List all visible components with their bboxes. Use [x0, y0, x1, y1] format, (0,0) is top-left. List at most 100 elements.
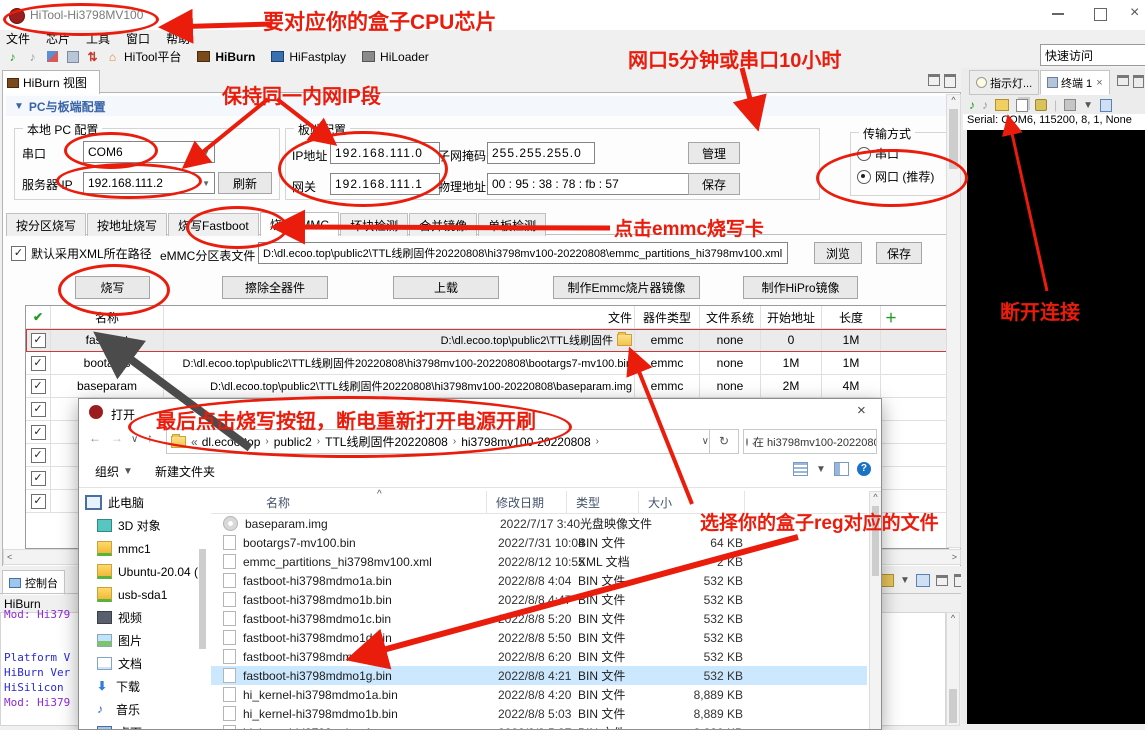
toolbar-hiloader[interactable]: HiLoader	[360, 49, 429, 65]
breadcrumb-segment[interactable]: public2	[274, 435, 312, 449]
forward-icon[interactable]: →	[111, 431, 123, 445]
new-folder-button[interactable]: 新建文件夹	[155, 463, 215, 480]
copy-icon[interactable]	[1016, 99, 1028, 112]
chevron-down-icon[interactable]: ▼	[1083, 100, 1093, 111]
subnet-mask-input[interactable]: 255.255.255.0	[487, 142, 595, 164]
view-restore-icon[interactable]	[944, 74, 956, 88]
tab-burn-fastboot[interactable]: 烧写Fastboot	[168, 213, 259, 236]
sidebar-item-ubuntu[interactable]: Ubuntu-20.04 (	[85, 560, 197, 583]
search-input[interactable]: 在 hi3798mv100-2022080...	[743, 429, 877, 454]
terminal-screen[interactable]	[967, 130, 1145, 724]
maximize-button[interactable]	[1094, 8, 1107, 21]
sidebar-item-desktop[interactable]: 桌面	[85, 721, 197, 730]
breadcrumb-segment[interactable]: hi3798mv100-20220808	[461, 435, 590, 449]
refresh-icon[interactable]: ↻	[709, 429, 739, 454]
sidebar-item-usb-sda1[interactable]: usb-sda1	[85, 583, 197, 606]
file-row[interactable]: fastboot-hi3798mdmo1d.bin2022/8/8 5:50BI…	[211, 628, 867, 647]
scroll-right-icon[interactable]: >	[952, 552, 957, 562]
file-row[interactable]: hi_kernel-hi3798mdmo1a.bin2022/8/8 4:20B…	[211, 685, 867, 704]
dialog-close-icon[interactable]: ×	[857, 402, 866, 419]
serial-connect-icon[interactable]: ♪	[969, 98, 975, 112]
col-start[interactable]: 开始地址	[761, 306, 822, 328]
lock-scroll-icon[interactable]	[1035, 99, 1047, 111]
view-list-icon[interactable]	[793, 462, 808, 476]
file-row[interactable]: emmc_partitions_hi3798mv100.xml2022/8/12…	[211, 552, 867, 571]
upload-button[interactable]: 上载	[393, 276, 499, 299]
panel-restore-icon[interactable]	[1133, 75, 1144, 88]
layers-icon[interactable]	[44, 49, 61, 65]
tab-burn-partition[interactable]: 按分区烧写	[6, 213, 86, 236]
tab-hiburn-view[interactable]: HiBurn 视图	[2, 70, 100, 94]
row-checkbox[interactable]: ✓	[31, 402, 46, 417]
add-row-icon[interactable]: ＋	[881, 306, 948, 328]
file-row[interactable]: bootargs7-mv100.bin2022/7/31 10:04BIN 文件…	[211, 533, 867, 552]
browse-button[interactable]: 浏览	[814, 242, 862, 264]
chevron-down-icon[interactable]: ▼	[816, 464, 826, 475]
organize-menu[interactable]: 组织▼	[95, 463, 133, 480]
erase-all-button[interactable]: 擦除全器件	[222, 276, 328, 299]
tab-indicator-lights[interactable]: 指示灯...	[969, 70, 1039, 95]
tab-burn-emmc[interactable]: 烧写eMMC	[260, 212, 339, 236]
refresh-button[interactable]: 刷新	[218, 172, 272, 194]
manage-button[interactable]: 管理	[688, 142, 740, 164]
clear-terminal-icon[interactable]	[995, 99, 1009, 111]
col-file-name[interactable]: 名称	[211, 494, 486, 511]
scroll-left-icon[interactable]: <	[7, 552, 12, 562]
sidebar-item-pictures[interactable]: 图片	[85, 629, 197, 652]
sidebar-item-mmc1[interactable]: mmc1	[85, 537, 197, 560]
breadcrumb-segment[interactable]: dl.ecoo.top	[202, 435, 261, 449]
tab-burn-address[interactable]: 按地址烧写	[87, 213, 167, 236]
menu-tools[interactable]: 工具	[86, 30, 110, 47]
tab-board-check[interactable]: 单板检测	[478, 213, 546, 236]
table-row[interactable]: ✓ bootargs D:\dl.ecoo.top\public2\TTL线刷固…	[26, 352, 948, 375]
new-terminal-icon[interactable]	[1100, 99, 1112, 112]
section-pc-board-config[interactable]: ▼ PC与板端配置	[6, 96, 952, 116]
sidebar-item-this-pc[interactable]: 此电脑	[85, 491, 197, 514]
sidebar-item-music[interactable]: ♪音乐	[85, 698, 197, 721]
preview-pane-icon[interactable]	[834, 462, 849, 476]
tab-console[interactable]: 控制台	[2, 570, 65, 595]
row-checkbox[interactable]: ✓	[31, 494, 46, 509]
toolbar-hifastplay[interactable]: HiFastplay	[269, 49, 346, 65]
plug-icon[interactable]	[64, 49, 81, 65]
file-row[interactable]: hi_kernel-hi3798mdmo1b.bin2022/8/8 5:03B…	[211, 704, 867, 723]
sidebar-item-documents[interactable]: 文档	[85, 652, 197, 675]
tab-terminal-1[interactable]: 终端 1 ×	[1040, 70, 1110, 95]
connect-icon[interactable]: ♪	[4, 49, 21, 65]
make-hipro-image-button[interactable]: 制作HiPro镜像	[743, 276, 858, 299]
gateway-input[interactable]: 192.168.111.1	[330, 173, 440, 195]
board-ip-input[interactable]: 192.168.111.0	[330, 142, 440, 164]
file-row-selected[interactable]: fastboot-hi3798mdmo1g.bin2022/8/8 4:21BI…	[211, 666, 867, 685]
make-emmc-image-button[interactable]: 制作Emmc烧片器镜像	[553, 276, 700, 299]
file-row[interactable]: fastboot-hi3798mdmo1a.bin2022/8/8 4:04BI…	[211, 571, 867, 590]
menu-help[interactable]: 帮助	[166, 30, 190, 47]
vertical-scrollbar[interactable]: ^	[946, 94, 961, 548]
file-row[interactable]: fastboot-hi3798mdmo1f.bin2022/8/8 6:20BI…	[211, 647, 867, 666]
row-checkbox[interactable]: ✓	[31, 425, 46, 440]
col-file-type[interactable]: 类型	[576, 494, 600, 511]
tab-merge-image[interactable]: 合并镜像	[409, 213, 477, 236]
menu-window[interactable]: 窗口	[126, 30, 150, 47]
back-icon[interactable]: ←	[89, 431, 101, 445]
settings-icon[interactable]	[1064, 99, 1076, 111]
xml-path-checkbox[interactable]: ✓ 默认采用XML所在路径	[11, 245, 152, 262]
radio-serial[interactable]: 串口	[857, 145, 899, 162]
breadcrumb-segment[interactable]: TTL线刷固件20220808	[325, 433, 448, 450]
col-file[interactable]: 文件	[164, 306, 635, 328]
xml-path-input[interactable]: D:\dl.ecoo.top\public2\TTL线刷固件20220808\h…	[258, 242, 788, 264]
help-icon[interactable]: ?	[857, 462, 871, 476]
mac-input[interactable]: 00 : 95 : 38 : 78 : fb : 57	[487, 173, 693, 195]
table-row[interactable]: ✓ baseparam D:\dl.ecoo.top\public2\TTL线刷…	[26, 375, 948, 398]
disconnect-icon[interactable]: ♪	[24, 49, 41, 65]
sidebar-item-videos[interactable]: 视频	[85, 606, 197, 629]
check-all-icon[interactable]: ✔	[26, 306, 51, 328]
pin-console-icon[interactable]	[880, 574, 894, 587]
file-row[interactable]: fastboot-hi3798mdmo1c.bin2022/8/8 5:20BI…	[211, 609, 867, 628]
serial-port-select[interactable]: COM6 ▼	[83, 141, 215, 163]
toolbar-hiburn[interactable]: HiBurn	[195, 49, 255, 65]
row-checkbox[interactable]: ✓	[31, 379, 46, 394]
view-minimize-icon[interactable]	[928, 74, 940, 86]
tab-badblock-check[interactable]: 坏块检测	[340, 213, 408, 236]
col-file-date[interactable]: 修改日期	[496, 494, 544, 511]
toolbar-hitool-platform[interactable]: ⌂ HiTool平台	[104, 48, 181, 65]
